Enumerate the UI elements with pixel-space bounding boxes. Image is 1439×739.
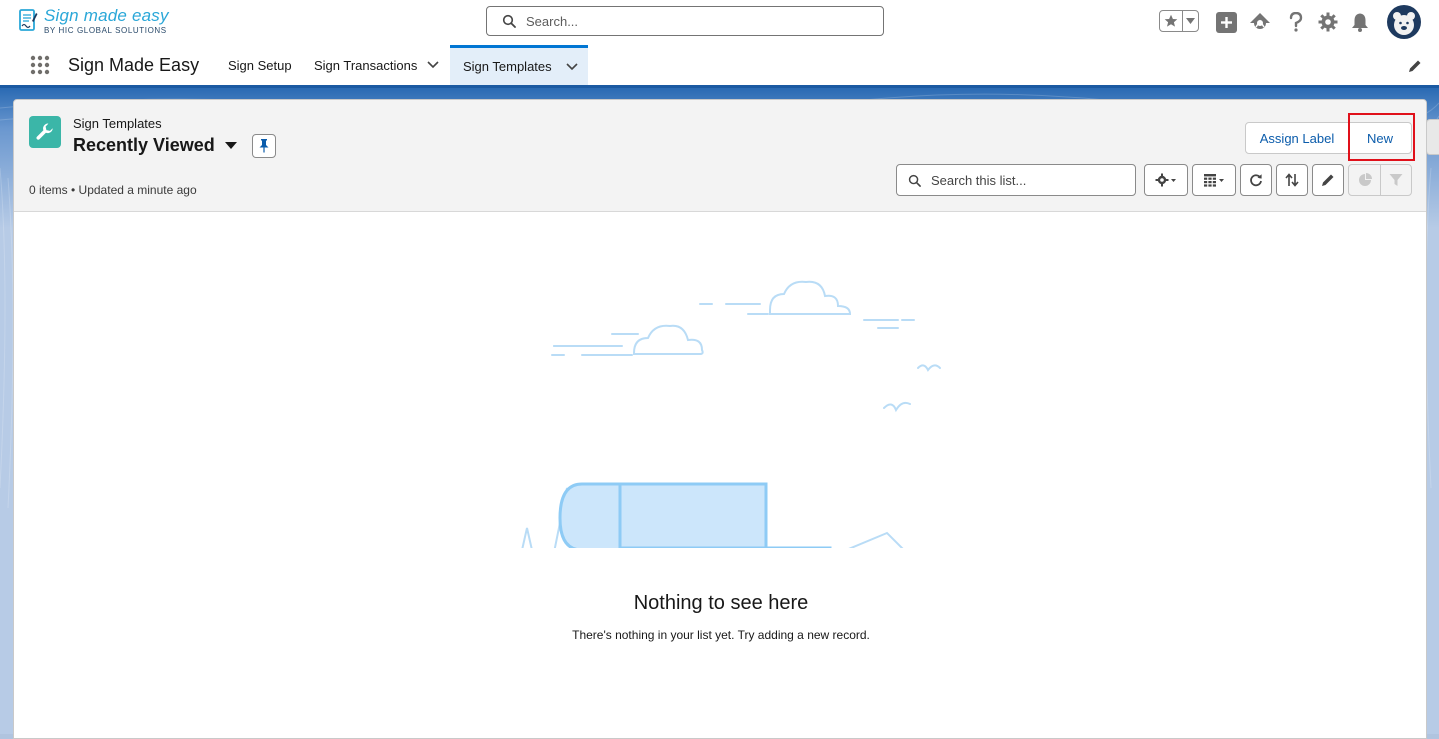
charts-icon (1358, 173, 1372, 186)
nav-tab-sign-transactions[interactable]: Sign Transactions (314, 45, 439, 85)
search-icon (908, 174, 921, 187)
chevron-down-icon[interactable] (427, 61, 439, 69)
app-launcher-icon[interactable] (30, 55, 50, 75)
list-search[interactable] (896, 164, 1136, 196)
favorites-menu-icon[interactable] (1183, 11, 1198, 31)
edit-list-icon (1322, 174, 1334, 186)
favorites-group[interactable] (1159, 10, 1199, 32)
utility-panel-toggle[interactable] (1426, 119, 1439, 155)
edit-nav-pencil-icon[interactable] (1408, 59, 1422, 73)
new-button[interactable]: New (1348, 122, 1412, 154)
bear-avatar-icon (1393, 12, 1415, 35)
list-view-title: Recently Viewed (73, 135, 215, 155)
brand-logo[interactable]: Sign made easy BY HIC GLOBAL SOLUTIONS (18, 7, 169, 36)
nav-tab-label: Sign Transactions (314, 57, 418, 73)
trailhead-icon[interactable] (1249, 11, 1271, 33)
document-sign-icon (19, 9, 38, 31)
global-search-input[interactable] (524, 12, 858, 30)
caret-down-icon[interactable] (224, 141, 237, 150)
list-view-switcher[interactable]: Recently Viewed (73, 135, 237, 156)
list-view-header: Sign Templates Recently Viewed 0 items •… (14, 100, 1426, 212)
add-icon[interactable] (1215, 11, 1237, 33)
display-as-button[interactable] (1192, 164, 1236, 196)
nav-tab-sign-setup[interactable]: Sign Setup (228, 45, 292, 85)
help-icon[interactable] (1285, 11, 1307, 33)
empty-state-body: There's nothing in your list yet. Try ad… (572, 628, 870, 642)
pin-icon (259, 139, 269, 153)
brand-title: Sign made easy (44, 6, 169, 25)
filter-icon (1389, 174, 1403, 186)
refresh-icon (1250, 174, 1262, 187)
edit-list-button[interactable] (1312, 164, 1344, 196)
refresh-button[interactable] (1240, 164, 1272, 196)
app-nav-bar: Sign Made Easy Sign Setup Sign Transacti… (0, 45, 1439, 88)
user-avatar[interactable] (1387, 5, 1421, 39)
display-as-table-icon (1204, 174, 1224, 187)
nav-tab-label: Sign Templates (463, 59, 552, 74)
notifications-bell-icon[interactable] (1349, 11, 1371, 33)
list-view-card: Sign Templates Recently Viewed 0 items •… (13, 99, 1427, 739)
list-settings-icon (1155, 173, 1176, 187)
filter-button[interactable] (1380, 164, 1412, 196)
chevron-down-icon[interactable] (566, 62, 578, 71)
global-search[interactable] (486, 6, 884, 36)
charts-button[interactable] (1348, 164, 1381, 196)
empty-state-treasure-chest-illustration (521, 280, 941, 548)
sort-icon (1285, 173, 1299, 187)
assign-label-button[interactable]: Assign Label (1245, 122, 1349, 154)
sort-button[interactable] (1276, 164, 1308, 196)
nav-tab-sign-templates[interactable]: Sign Templates (450, 45, 588, 85)
nav-tab-label: Sign Setup (228, 57, 292, 73)
setup-gear-icon[interactable] (1317, 11, 1339, 33)
wrench-icon (29, 116, 61, 148)
list-search-input[interactable] (929, 171, 1133, 189)
app-name: Sign Made Easy (68, 55, 200, 75)
pin-list-button[interactable] (252, 134, 276, 158)
search-icon (502, 14, 516, 28)
object-label: Sign Templates (73, 116, 162, 131)
global-header: Sign made easy BY HIC GLOBAL SOLUTIONS (0, 0, 1439, 45)
empty-state-title: Nothing to see here (633, 592, 809, 614)
favorites-star-icon[interactable] (1160, 11, 1183, 31)
list-settings-button[interactable] (1144, 164, 1188, 196)
brand-subtitle: BY HIC GLOBAL SOLUTIONS (44, 26, 167, 35)
list-view-meta: 0 items • Updated a minute ago (29, 183, 197, 197)
